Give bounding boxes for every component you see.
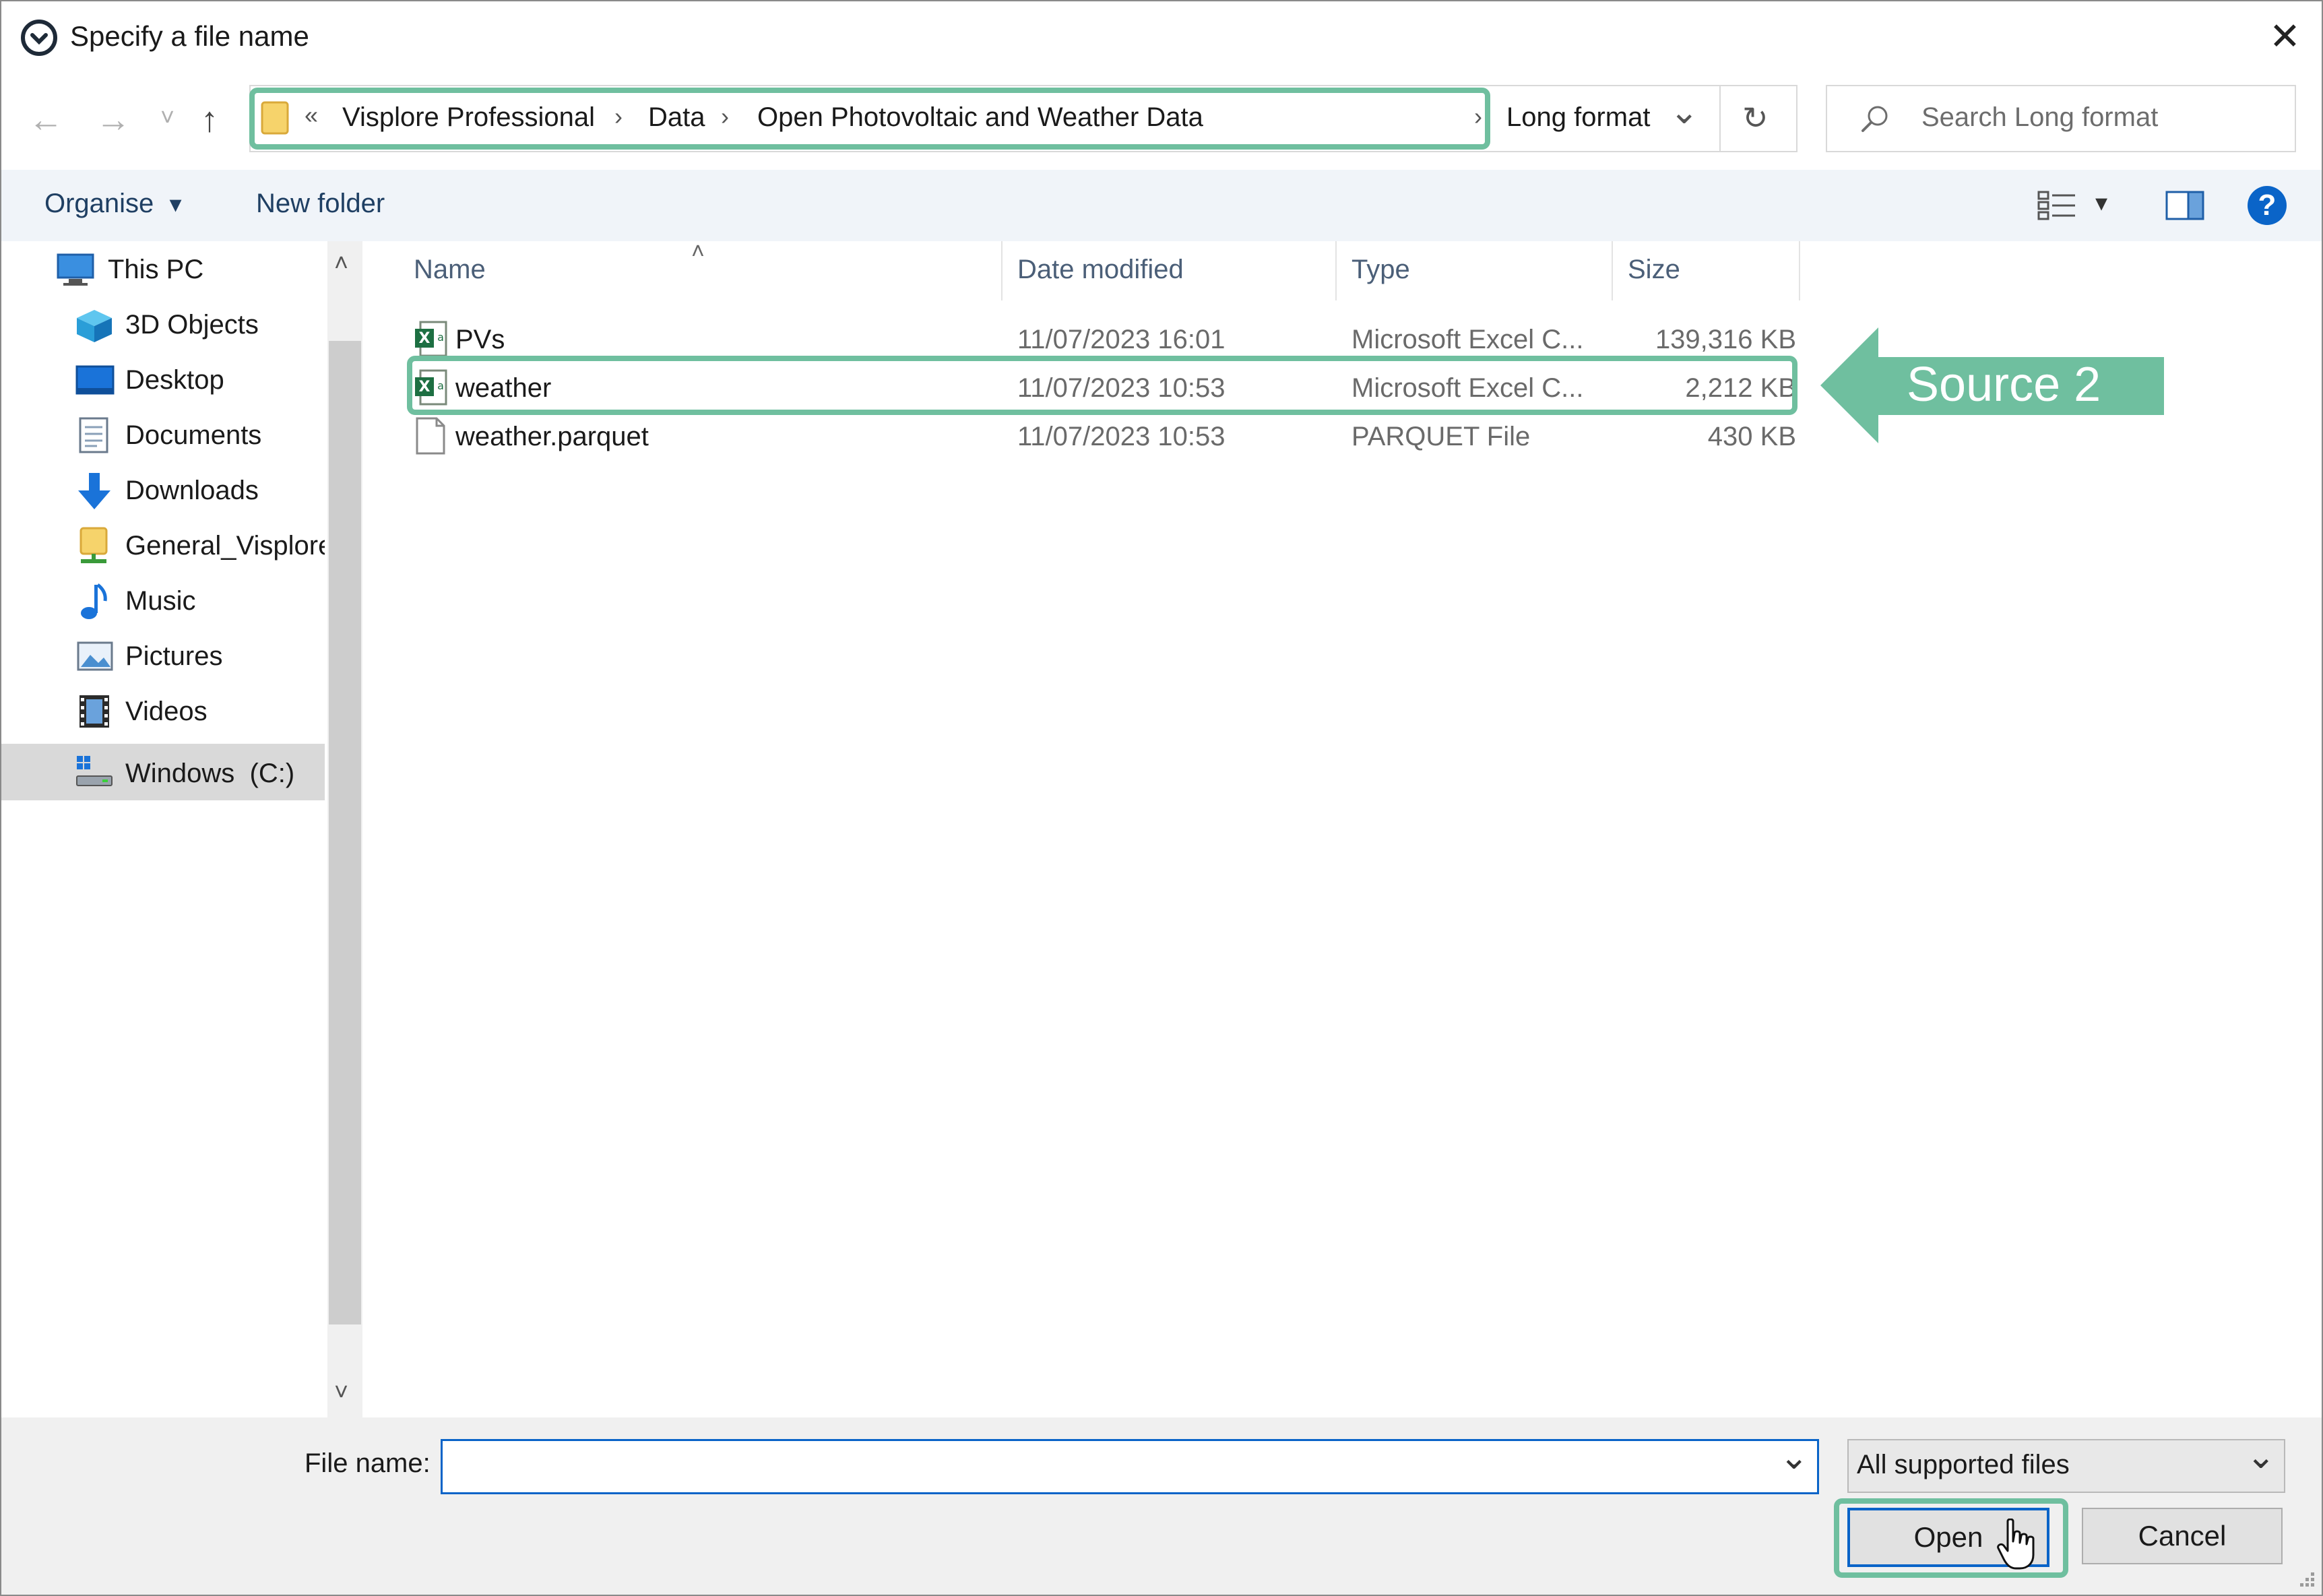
- file-type: Microsoft Excel C...: [1351, 325, 1584, 354]
- chevron-down-icon: ▾: [169, 190, 182, 218]
- column-divider[interactable]: [1799, 241, 1800, 300]
- sidebar-item-3d-objects[interactable]: 3D Objects: [1, 296, 325, 352]
- file-name-dropdown-chevron-icon[interactable]: ⌄: [1779, 1437, 1809, 1477]
- view-options-icon[interactable]: [2037, 190, 2076, 221]
- sidebar-item-label: 3D Objects: [125, 310, 259, 340]
- sidebar-item-label: Videos: [125, 697, 208, 726]
- sidebar-item-windows-c[interactable]: Windows (C:): [1, 744, 325, 800]
- blank-file-icon: [416, 417, 445, 455]
- column-header-type[interactable]: Type: [1351, 255, 1410, 285]
- column-header-name[interactable]: Name: [414, 255, 486, 285]
- sidebar-item-pictures[interactable]: Pictures: [1, 628, 325, 683]
- resize-grip-icon[interactable]: [2295, 1567, 2316, 1589]
- sort-ascending-icon: ˄: [691, 238, 705, 264]
- address-divider: [1719, 86, 1721, 151]
- organise-label: Organise: [44, 189, 154, 218]
- new-folder-button[interactable]: New folder: [256, 189, 385, 219]
- breadcrumb-long-format[interactable]: Long format: [1506, 102, 1650, 133]
- file-name-input[interactable]: ⌄: [441, 1437, 1819, 1494]
- document-icon: [79, 417, 108, 453]
- source-callout-label: Source 2: [1907, 358, 2101, 412]
- sidebar-item-label: Desktop: [125, 365, 224, 395]
- network-folder-icon: [79, 527, 108, 563]
- back-arrow-icon[interactable]: ←: [28, 102, 63, 137]
- column-header-date-modified[interactable]: Date modified: [1017, 255, 1184, 285]
- hand-cursor-icon: [1997, 1519, 2035, 1570]
- file-date: 11/07/2023 10:53: [1017, 422, 1226, 451]
- column-header-size[interactable]: Size: [1628, 255, 1680, 285]
- svg-text:X: X: [419, 330, 431, 347]
- file-type-value: All supported files: [1857, 1450, 2070, 1479]
- music-note-icon: [81, 583, 107, 619]
- download-arrow-icon: [78, 473, 110, 509]
- close-icon[interactable]: ✕: [2269, 18, 2301, 55]
- sidebar-item-videos[interactable]: Videos: [1, 683, 325, 738]
- search-input[interactable]: Search Long format: [1826, 85, 2296, 152]
- forward-arrow-icon[interactable]: →: [96, 102, 131, 137]
- weather-row-highlight: [407, 356, 1797, 415]
- cancel-button-label: Cancel: [2138, 1520, 2227, 1552]
- pictures-icon: [77, 641, 113, 671]
- app-logo-icon: [21, 20, 57, 56]
- toolbar: Organise ▾ New folder ▾ ?: [1, 170, 2322, 241]
- sidebar-item-label: Pictures: [125, 641, 223, 671]
- up-arrow-icon[interactable]: ↑: [201, 102, 218, 137]
- file-type-select[interactable]: All supported files ⌄: [1847, 1436, 2285, 1493]
- cube-icon: [77, 310, 112, 342]
- sidebar-item-label: This PC: [108, 255, 204, 284]
- file-name-label: File name:: [305, 1448, 431, 1478]
- file-type: PARQUET File: [1351, 422, 1531, 451]
- sidebar-item-general-visplore[interactable]: General_Visplore: [1, 517, 325, 573]
- file-type-chevron-icon[interactable]: ⌄: [2246, 1436, 2276, 1477]
- file-name: PVs: [455, 325, 505, 354]
- help-glyph: ?: [2258, 189, 2277, 222]
- sidebar-scrollbar[interactable]: ˄ ˅: [327, 241, 362, 1417]
- sidebar-item-desktop[interactable]: Desktop: [1, 352, 325, 407]
- column-divider[interactable]: [1612, 241, 1613, 300]
- file-size: 430 KB: [1707, 422, 1796, 451]
- sidebar-item-downloads[interactable]: Downloads: [1, 462, 325, 517]
- sidebar-item-music[interactable]: Music: [1, 573, 325, 628]
- file-date: 11/07/2023 16:01: [1017, 325, 1226, 354]
- file-name: weather.parquet: [455, 422, 649, 451]
- sidebar-item-label: Documents: [125, 420, 262, 450]
- sidebar-item-label: General_Visplore: [125, 531, 325, 561]
- column-divider[interactable]: [1335, 241, 1337, 300]
- desktop-icon: [75, 365, 115, 395]
- table-row[interactable]: weather.parquet 11/07/2023 10:53 PARQUET…: [407, 412, 1808, 459]
- svg-text:a: a: [437, 331, 444, 344]
- sidebar-item-this-pc[interactable]: This PC: [1, 241, 325, 296]
- sidebar-item-label: Downloads: [125, 476, 259, 505]
- preview-pane-icon[interactable]: [2165, 190, 2204, 221]
- sidebar-item-documents[interactable]: Documents: [1, 407, 325, 462]
- search-placeholder: Search Long format: [1921, 102, 2159, 132]
- view-dropdown-chevron-icon[interactable]: ▾: [2095, 189, 2107, 217]
- column-divider[interactable]: [1001, 241, 1003, 300]
- address-bar-highlight: [249, 88, 1490, 150]
- sidebar-item-label: Windows (C:): [125, 759, 295, 788]
- search-icon: [1861, 106, 1888, 132]
- navigation-pane: This PC 3D Objects Desktop Documents Dow…: [1, 241, 365, 1417]
- address-dropdown-chevron-icon[interactable]: ⌄: [1669, 92, 1699, 132]
- drive-icon: [76, 756, 113, 786]
- cancel-button[interactable]: Cancel: [2082, 1508, 2283, 1564]
- window-title: Specify a file name: [70, 20, 309, 52]
- scroll-down-icon[interactable]: ˅: [334, 1380, 348, 1404]
- scrollbar-thumb[interactable]: [329, 341, 361, 1324]
- computer-icon: [57, 253, 94, 286]
- scroll-up-icon[interactable]: ˄: [334, 251, 348, 275]
- file-size: 139,316 KB: [1655, 325, 1796, 354]
- help-icon[interactable]: ?: [2248, 186, 2287, 225]
- excel-csv-icon: X a: [415, 321, 447, 357]
- film-icon: [79, 695, 109, 728]
- file-dialog-window: Specify a file name ✕ ← → ˅ ↑ « Visplore…: [0, 0, 2323, 1596]
- title-bar: Specify a file name ✕: [1, 1, 2322, 75]
- recent-locations-chevron-icon[interactable]: ˅: [160, 105, 174, 129]
- sidebar-item-label: Music: [125, 586, 196, 616]
- refresh-icon[interactable]: ↻: [1742, 100, 1769, 136]
- organise-button[interactable]: Organise ▾: [44, 189, 182, 219]
